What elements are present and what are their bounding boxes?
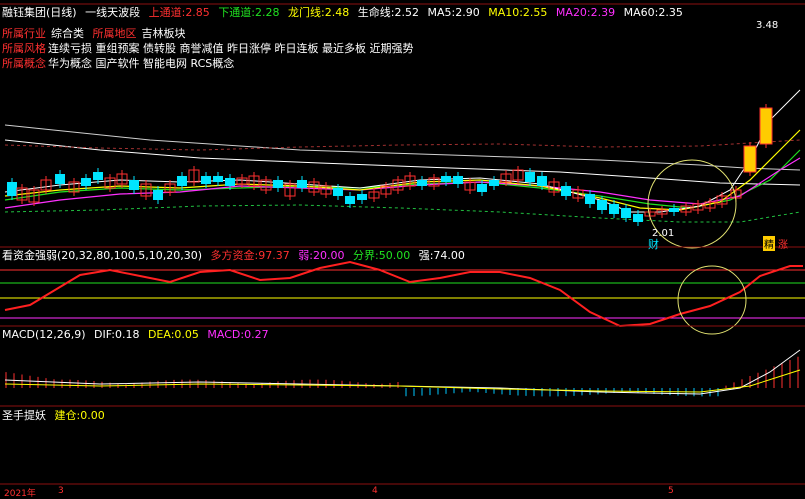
candle-body bbox=[453, 176, 463, 184]
date-axis-month-5: 5 bbox=[668, 486, 674, 496]
candle-body bbox=[633, 214, 643, 222]
cai-marker: 财 bbox=[648, 238, 659, 251]
candle-body bbox=[561, 186, 571, 196]
ruo-readout: 弱:20.00 bbox=[298, 249, 345, 262]
dea-readout: DEA:0.05 bbox=[147, 328, 199, 341]
strength-line bbox=[4, 260, 803, 328]
life-line bbox=[4, 139, 801, 186]
fenjie-readout: 分界:50.00 bbox=[352, 249, 411, 262]
candle-body bbox=[759, 107, 773, 145]
date-axis-start: 2021年 bbox=[4, 489, 36, 499]
candle-body bbox=[441, 176, 451, 182]
date-axis-month-4: 4 bbox=[372, 486, 378, 496]
candle-body bbox=[297, 180, 307, 188]
candle-body bbox=[81, 178, 91, 186]
candle-body bbox=[743, 145, 757, 173]
candle-body bbox=[129, 180, 139, 190]
candle-body bbox=[477, 184, 487, 192]
candle-body bbox=[93, 172, 103, 180]
macd-title[interactable]: MACD(12,26,9) bbox=[2, 328, 86, 341]
candle-body bbox=[621, 208, 631, 218]
candle-body bbox=[597, 200, 607, 210]
candle-body bbox=[489, 180, 499, 186]
macd-panel[interactable] bbox=[4, 349, 801, 397]
candle-body bbox=[609, 204, 619, 214]
high-price-mark: 3.48 bbox=[756, 20, 779, 31]
price-panel[interactable] bbox=[4, 89, 801, 249]
candle-body bbox=[201, 176, 211, 184]
candle-body bbox=[55, 174, 65, 184]
candle-body bbox=[525, 172, 535, 182]
candle-body bbox=[537, 176, 547, 186]
long-ma-line bbox=[4, 124, 801, 171]
macd-header: MACD(12,26,9) DIF:0.18 DEA:0.05 MACD:0.2… bbox=[2, 328, 274, 342]
candle-body bbox=[153, 190, 163, 200]
dif-line bbox=[4, 349, 801, 395]
candle-body bbox=[273, 180, 283, 188]
tag-jing: 精 bbox=[763, 236, 775, 251]
upper-channel-line bbox=[4, 139, 801, 151]
strength-header: 看资金强弱(20,32,80,100,5,10,20,30) 多方资金:97.3… bbox=[2, 249, 470, 263]
candle-body bbox=[585, 194, 595, 204]
tag-zhang: 涨 bbox=[778, 240, 788, 251]
strength-panel[interactable] bbox=[0, 260, 805, 335]
ma10-line bbox=[4, 129, 801, 211]
candle-body bbox=[333, 188, 343, 196]
duofang-readout: 多方资金:97.37 bbox=[210, 249, 290, 262]
candle-body bbox=[417, 180, 427, 186]
highlight-circle bbox=[677, 265, 747, 335]
qiang-readout: 强:74.00 bbox=[418, 249, 465, 262]
strength-title[interactable]: 看资金强弱(20,32,80,100,5,10,20,30) bbox=[2, 249, 202, 262]
candle-body bbox=[225, 178, 235, 186]
candle-body bbox=[7, 182, 17, 196]
jiancang-readout: 建仓:0.00 bbox=[54, 409, 105, 422]
dea-line bbox=[4, 369, 801, 393]
macd-readout: MACD:0.27 bbox=[207, 328, 269, 341]
candle-body bbox=[669, 208, 679, 212]
dif-readout: DIF:0.18 bbox=[94, 328, 140, 341]
candle-body bbox=[213, 176, 223, 182]
ma60-line bbox=[4, 149, 801, 209]
bottom-header: 圣手提妖 建仓:0.00 bbox=[2, 409, 110, 423]
candle-body bbox=[357, 194, 367, 200]
candle-body bbox=[177, 176, 187, 186]
candle-body bbox=[345, 196, 355, 204]
date-axis-month-3: 3 bbox=[58, 486, 64, 496]
bottom-title[interactable]: 圣手提妖 bbox=[2, 409, 46, 422]
